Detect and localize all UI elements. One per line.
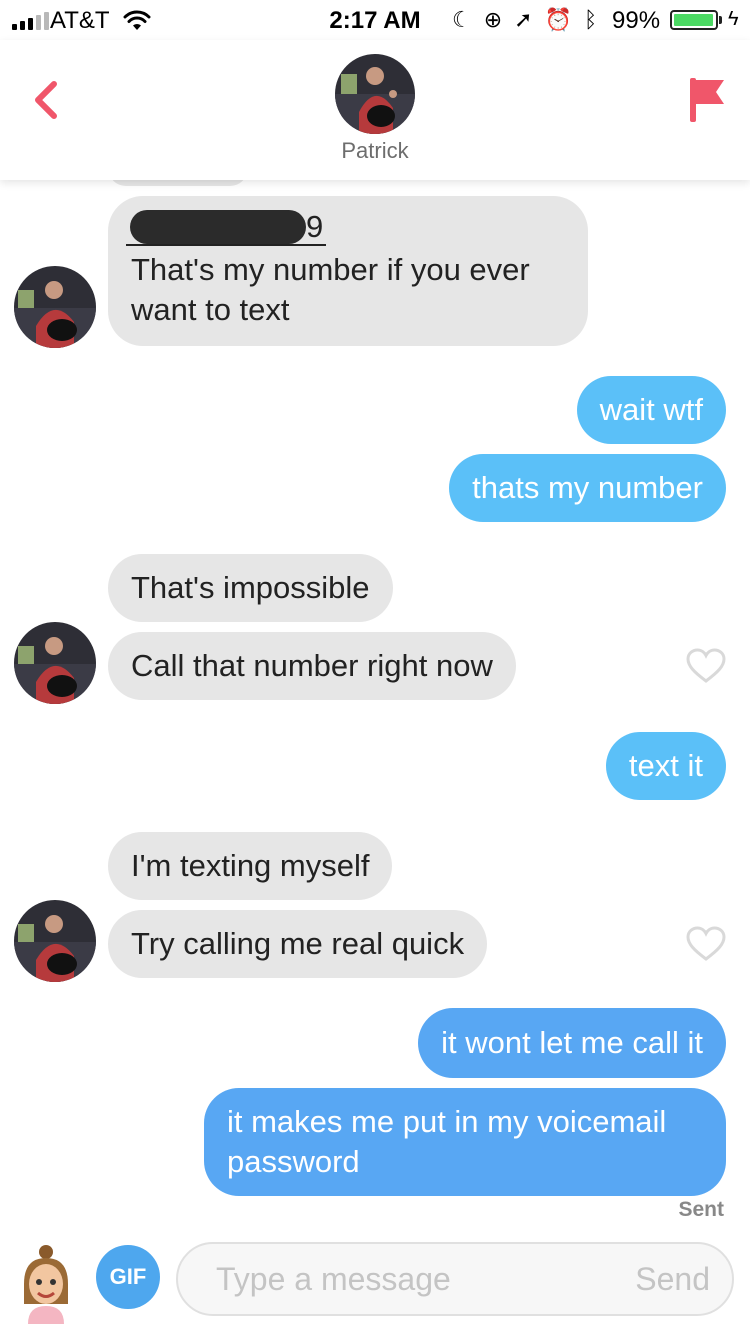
message-text: text it bbox=[628, 748, 703, 783]
message-bubble-incoming[interactable]: Call that number right now bbox=[108, 632, 516, 700]
redacted-phone-number bbox=[130, 210, 306, 244]
battery-icon bbox=[670, 10, 718, 30]
message-input[interactable] bbox=[216, 1244, 596, 1314]
message-input-bar: GIF Send bbox=[0, 1226, 750, 1334]
message-text: I'm texting myself bbox=[131, 848, 370, 883]
contact-avatar[interactable] bbox=[335, 54, 415, 134]
status-icons: ☾ ⊕ ➚ ⏰ ᛒ bbox=[452, 7, 597, 33]
sender-avatar[interactable] bbox=[14, 900, 96, 982]
bitmoji-avatar-button[interactable] bbox=[18, 1244, 74, 1324]
message-bubble-incoming[interactable]: I'm texting myself bbox=[108, 832, 393, 900]
message-input-container: Send bbox=[176, 1242, 734, 1316]
message-text: That's impossible bbox=[131, 570, 370, 605]
chat-header: Patrick bbox=[0, 40, 750, 180]
message-bubble-outgoing[interactable]: it wont let me call it bbox=[418, 1008, 726, 1078]
message-text: wait wtf bbox=[599, 392, 703, 427]
alarm-icon: ⏰ bbox=[544, 7, 573, 32]
message-bubble-incoming[interactable]: That's impossible bbox=[108, 554, 393, 622]
charging-bolt-icon: ϟ bbox=[728, 8, 739, 30]
sender-avatar[interactable] bbox=[14, 622, 96, 704]
message-bubble-incoming[interactable]: Try calling me real quick bbox=[108, 910, 488, 978]
message-text: it wont let me call it bbox=[441, 1025, 703, 1060]
send-button[interactable]: Send bbox=[635, 1244, 710, 1314]
message-bubble-incoming[interactable]: 9 That's my number if you ever want to t… bbox=[108, 196, 588, 346]
message-text: Try calling me real quick bbox=[131, 926, 465, 961]
battery-percent: 99% bbox=[612, 7, 661, 34]
back-button[interactable] bbox=[18, 70, 78, 130]
moon-icon: ☾ bbox=[452, 7, 472, 32]
message-text: it makes me put in my voicemail password bbox=[227, 1104, 667, 1179]
sender-avatar[interactable] bbox=[14, 266, 96, 348]
rotation-lock-icon: ⊕ bbox=[483, 7, 503, 32]
message-bubble-outgoing[interactable]: wait wtf bbox=[576, 376, 726, 444]
message-text: Call that number right now bbox=[131, 648, 493, 683]
message-text: That's my number if you ever want to tex… bbox=[131, 252, 530, 327]
message-text: thats my number bbox=[472, 470, 703, 505]
gif-button[interactable]: GIF bbox=[96, 1245, 160, 1309]
status-bar: AT&T 2:17 AM ☾ ⊕ ➚ ⏰ ᛒ 99% ϟ bbox=[0, 0, 750, 40]
report-flag-icon[interactable] bbox=[684, 74, 728, 124]
bluetooth-icon: ᛒ bbox=[584, 7, 598, 32]
sent-status: Sent bbox=[678, 1198, 724, 1221]
message-list[interactable]: 9 That's my number if you ever want to t… bbox=[0, 150, 750, 1221]
message-bubble-outgoing[interactable]: thats my number bbox=[449, 454, 726, 522]
heart-outline-icon[interactable] bbox=[686, 648, 726, 684]
location-arrow-icon: ➚ bbox=[514, 7, 533, 32]
contact-name: Patrick bbox=[341, 138, 409, 163]
phone-number-tail: 9 bbox=[306, 209, 324, 244]
message-bubble-outgoing[interactable]: it makes me put in my voicemail password bbox=[204, 1088, 726, 1196]
message-bubble-outgoing[interactable]: text it bbox=[605, 732, 726, 800]
heart-outline-icon[interactable] bbox=[686, 926, 726, 962]
